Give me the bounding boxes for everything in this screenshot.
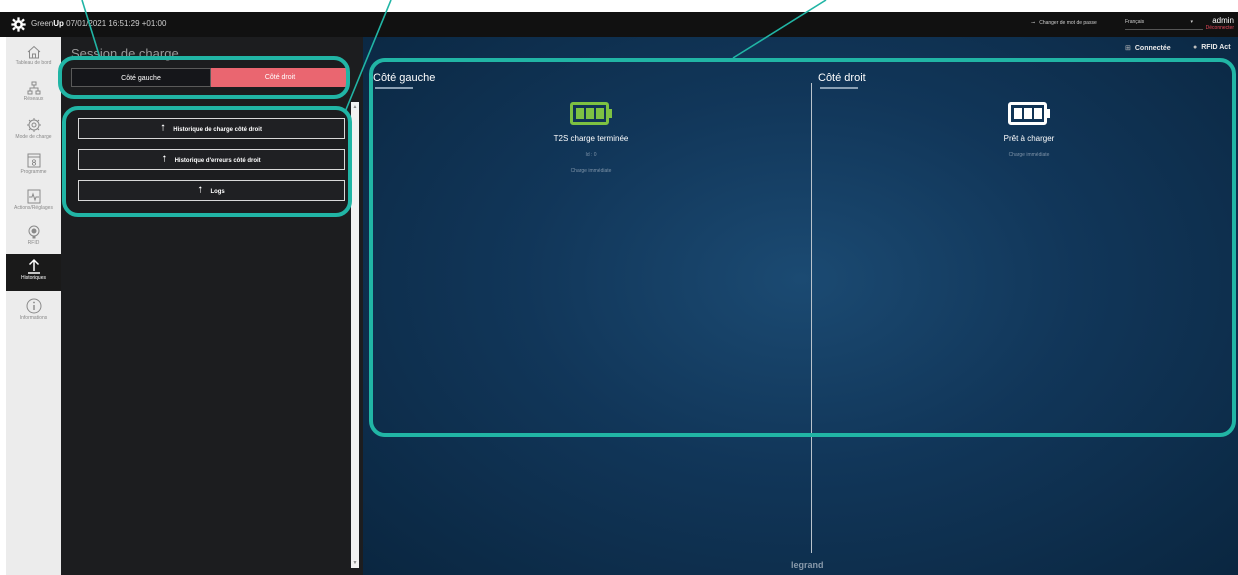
sidebar-item-dashboard[interactable]: Tableau de bord bbox=[6, 41, 61, 77]
sidebar-item-label: Réseaux bbox=[23, 96, 44, 102]
home-icon bbox=[27, 45, 40, 59]
annotation-status-highlight bbox=[369, 58, 1236, 437]
sidebar-item-label: Informations bbox=[19, 315, 48, 321]
key-icon: ⊸ bbox=[1031, 20, 1036, 26]
connection-status-label: Connectée bbox=[1134, 45, 1171, 52]
network-icon bbox=[27, 81, 40, 95]
panel-scrollbar[interactable]: ▲ ▼ bbox=[351, 102, 359, 568]
sidebar-item-label: Historiques bbox=[20, 275, 46, 281]
info-icon bbox=[26, 298, 41, 314]
rfid-status: ● RFID Act bbox=[1193, 44, 1231, 51]
annotation-segment-highlight bbox=[58, 56, 350, 99]
sidebar-item-historiques[interactable]: Historiques bbox=[6, 254, 61, 291]
brand-bold: Up bbox=[53, 19, 64, 28]
sidebar-item-networks[interactable]: Réseaux bbox=[6, 77, 61, 113]
top-bar: GreenUp 07/01/2021 16:51:29 +01:00 ⊸ Chan… bbox=[0, 12, 1238, 37]
sidebar-item-label: Tableau de bord bbox=[15, 60, 52, 66]
scroll-down-icon[interactable]: ▼ bbox=[351, 560, 359, 566]
language-select[interactable]: Français ▾ bbox=[1125, 19, 1203, 30]
rfid-icon bbox=[28, 225, 39, 239]
gear-icon bbox=[26, 118, 41, 132]
username: admin bbox=[1212, 16, 1234, 25]
sidebar-item-informations[interactable]: Informations bbox=[6, 294, 61, 330]
sidebar-item-actions-settings[interactable]: Actions/Réglages bbox=[6, 185, 61, 221]
sidebar-nav: Tableau de bord Réseaux Mode de charge 8… bbox=[6, 37, 61, 575]
annotation-buttons-highlight bbox=[62, 106, 352, 217]
scroll-up-icon[interactable]: ▲ bbox=[351, 104, 359, 110]
chevron-down-icon: ▾ bbox=[1190, 19, 1193, 25]
sidebar-item-label: RFID bbox=[27, 240, 40, 246]
sidebar-item-rfid[interactable]: RFID bbox=[6, 221, 61, 257]
rfid-status-label: RFID Act bbox=[1201, 44, 1231, 51]
change-password-link[interactable]: ⊸ Changer de mot de passe bbox=[1031, 20, 1097, 26]
calendar-badge: 8 bbox=[31, 159, 36, 168]
change-password-label: Changer de mot de passe bbox=[1039, 20, 1097, 26]
datetime: 07/01/2021 16:51:29 +01:00 bbox=[63, 19, 167, 28]
sidebar-item-label: Programme bbox=[20, 169, 47, 175]
app-root: GreenUp 07/01/2021 16:51:29 +01:00 ⊸ Chan… bbox=[0, 0, 1238, 575]
upload-icon bbox=[27, 258, 40, 274]
gear-icon[interactable] bbox=[11, 17, 26, 32]
settings-pulse-icon bbox=[27, 189, 40, 204]
sidebar-item-charge-mode[interactable]: Mode de charge bbox=[6, 113, 61, 149]
sidebar-item-label: Mode de charge bbox=[15, 134, 52, 140]
connection-status: ⊞ Connectée bbox=[1125, 44, 1171, 52]
legrand-logo: legrand bbox=[791, 560, 824, 570]
sidebar-item-label: Actions/Réglages bbox=[14, 205, 53, 211]
network-icon: ⊞ bbox=[1125, 45, 1131, 52]
calendar-icon: 8 bbox=[27, 153, 40, 168]
brand-prefix: Green bbox=[31, 19, 54, 28]
brand-and-datetime: GreenUp 07/01/2021 16:51:29 +01:00 bbox=[31, 19, 166, 28]
language-value: Français bbox=[1125, 19, 1145, 25]
user-menu: admin Déconnecter bbox=[1206, 16, 1234, 31]
rfid-icon: ● bbox=[1193, 44, 1198, 51]
logout-link[interactable]: Déconnecter bbox=[1206, 25, 1234, 31]
sidebar-item-programme[interactable]: 8 Programme bbox=[6, 149, 61, 185]
